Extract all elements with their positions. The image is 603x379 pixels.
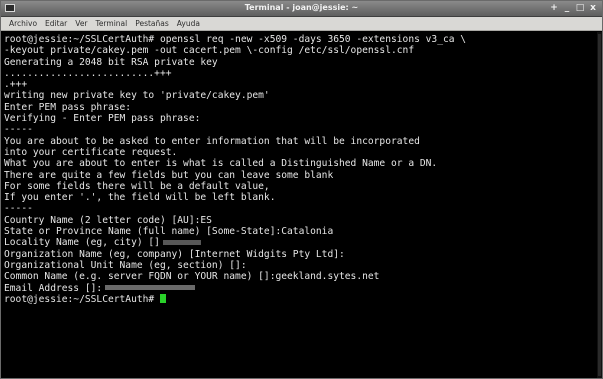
terminal-prompt-line[interactable]: root@jessie:~/SSLCertAuth# — [4, 294, 602, 305]
terminal-line: Verifying - Enter PEM pass phrase: — [4, 113, 201, 125]
terminal-scrollbar[interactable] — [597, 32, 602, 378]
terminal-line: Common Name (e.g. server FQDN or YOUR na… — [4, 271, 380, 283]
window-title: Terminal - joan@jessie: ~ — [244, 3, 359, 12]
terminal-line: For some fields there will be a default … — [4, 180, 270, 192]
terminal-line: ----- — [4, 124, 33, 136]
menu-ayuda[interactable]: Ayuda — [173, 19, 204, 28]
terminal-line: Generating a 2048 bit RSA private key — [4, 56, 218, 68]
title-bar[interactable]: Terminal - joan@jessie: ~ + _ □ x — [1, 1, 602, 17]
terminal-line: ..........................+++ — [4, 67, 172, 79]
menu-archivo[interactable]: Archivo — [5, 19, 41, 28]
text-cursor — [159, 294, 166, 304]
terminal-line: What you are about to enter is what is c… — [4, 158, 438, 170]
terminal-line: Organization Name (eg, company) [Interne… — [4, 248, 345, 260]
terminal-line: Email Address []: — [4, 283, 602, 294]
menu-bar: Archivo Editar Ver Terminal Pestañas Ayu… — [1, 17, 602, 31]
terminal-line: .+++ — [4, 79, 28, 91]
terminal-line: There are quite a few fields but you can… — [4, 169, 334, 181]
menu-terminal[interactable]: Terminal — [92, 19, 132, 28]
minimize-icon[interactable]: _ — [562, 2, 572, 14]
redacted-value — [162, 239, 201, 245]
terminal-window: Terminal - joan@jessie: ~ + _ □ x Archiv… — [0, 0, 603, 379]
terminal-line: If you enter '.', the field will be left… — [4, 192, 276, 204]
terminal-line: -keyout private/cakey.pem -out cacert.pe… — [4, 45, 415, 57]
close-icon[interactable]: x — [588, 2, 598, 14]
maximize-icon[interactable]: □ — [575, 2, 585, 14]
terminal-line: Enter PEM pass phrase: — [4, 101, 132, 113]
scrollbar-thumb[interactable] — [598, 34, 601, 376]
email-prompt: Email Address []: — [4, 282, 103, 294]
terminal-line: writing new private key to 'private/cake… — [4, 90, 270, 102]
terminal-line: root@jessie:~/SSLCertAuth# openssl req -… — [4, 34, 467, 45]
menu-ver[interactable]: Ver — [71, 19, 91, 28]
locality-prompt: Locality Name (eg, city) [] — [4, 237, 160, 249]
terminal-line: ----- — [4, 203, 33, 215]
shell-prompt: root@jessie:~/SSLCertAuth# — [4, 293, 160, 305]
pin-icon[interactable]: + — [549, 2, 559, 14]
terminal-line: You are about to be asked to enter infor… — [4, 135, 420, 147]
terminal-line: Organizational Unit Name (eg, section) [… — [4, 259, 247, 271]
menu-editar[interactable]: Editar — [41, 19, 71, 28]
menu-pestanas[interactable]: Pestañas — [131, 19, 173, 28]
terminal-line: into your certificate request. — [4, 146, 178, 158]
redacted-value — [105, 285, 196, 291]
terminal-output[interactable]: root@jessie:~/SSLCertAuth# openssl req -… — [1, 32, 602, 378]
window-controls: + _ □ x — [549, 2, 598, 14]
terminal-line: Locality Name (eg, city) [] — [4, 237, 602, 248]
terminal-line: Country Name (2 letter code) [AU]:ES — [4, 214, 212, 226]
terminal-line: State or Province Name (full name) [Some… — [4, 226, 334, 238]
